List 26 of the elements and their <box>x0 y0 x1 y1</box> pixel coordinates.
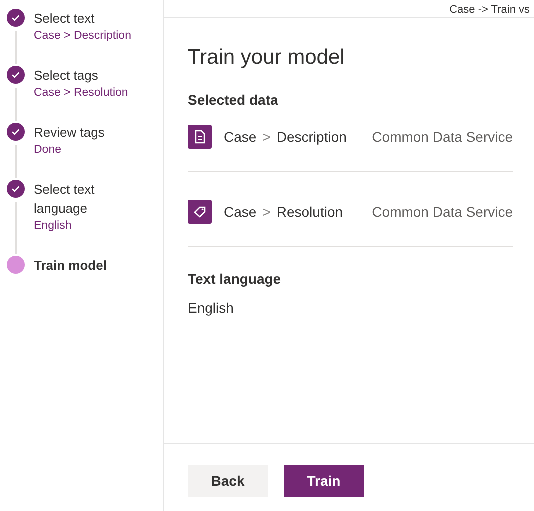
step-subtitle: English <box>34 219 73 234</box>
data-source: Common Data Service <box>372 204 513 220</box>
language-value: English <box>188 300 235 316</box>
step-title[interactable]: Train model <box>34 256 149 275</box>
entity-name: Case <box>224 129 257 145</box>
step-title[interactable]: Select text <box>34 9 149 28</box>
section-heading: Text language <box>188 271 282 287</box>
step-subtitle: Done <box>34 143 62 158</box>
page-title: Train your model <box>188 46 346 70</box>
field-name: Description <box>276 129 347 145</box>
field-name: Resolution <box>276 204 344 220</box>
back-button[interactable]: Back <box>188 465 268 497</box>
chevron-separator: > <box>262 129 271 145</box>
step-title[interactable]: Select tags <box>34 66 149 85</box>
step-subtitle: Case > Resolution <box>34 86 130 101</box>
step-subtitle: Case > Description <box>34 29 132 44</box>
train-button[interactable]: Train <box>284 465 364 497</box>
step-title[interactable]: Select text language <box>34 180 149 218</box>
section-heading: Selected data <box>188 92 280 108</box>
entity-name: Case <box>224 204 257 220</box>
chevron-separator: > <box>262 204 271 220</box>
tag-icon <box>188 200 212 224</box>
data-source: Common Data Service <box>372 129 513 145</box>
step-title[interactable]: Review tags <box>34 123 149 142</box>
breadcrumb-text: Case -> Train vs <box>450 3 530 17</box>
document-icon <box>188 125 212 149</box>
